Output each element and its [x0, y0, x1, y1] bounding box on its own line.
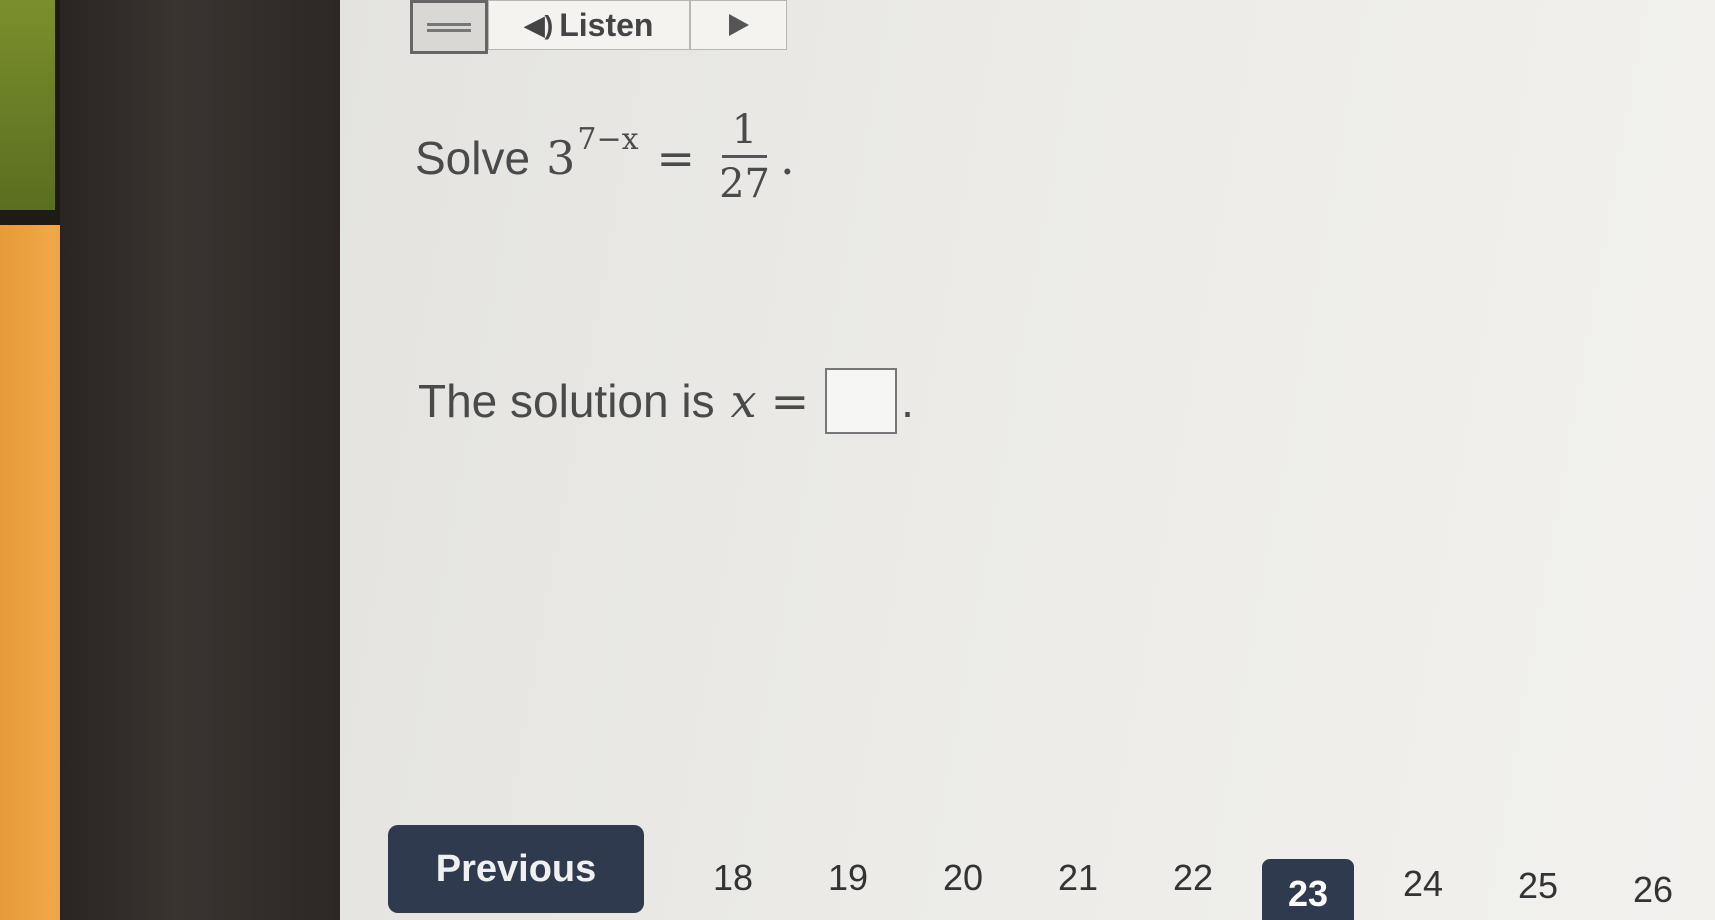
toolbar: ◀) Listen	[410, 0, 787, 56]
previous-button[interactable]: Previous	[388, 825, 644, 913]
menu-icon	[427, 20, 471, 35]
equation-fraction: 1 27	[719, 105, 770, 210]
page-number-19[interactable]: 19	[808, 857, 888, 899]
solution-variable: x	[730, 374, 757, 428]
page-number-20[interactable]: 20	[923, 857, 1003, 899]
page-number-25[interactable]: 25	[1498, 865, 1578, 907]
solution-equals: =	[770, 374, 810, 428]
background-green-object	[0, 0, 55, 210]
play-button[interactable]	[690, 0, 787, 50]
question-text: Solve 3 7−x = 1 27 .	[415, 105, 795, 210]
page-number-24[interactable]: 24	[1383, 863, 1463, 905]
page-number-18[interactable]: 18	[693, 857, 773, 899]
equation-exponent: 7−x	[577, 122, 639, 157]
equation-equals: =	[656, 130, 696, 185]
page-number-22[interactable]: 22	[1153, 857, 1233, 899]
listen-button[interactable]: ◀) Listen	[488, 0, 690, 50]
question-suffix: .	[779, 130, 795, 185]
solution-line: The solution is x = .	[418, 368, 914, 434]
question-pager: Previous 18 19 20 21 22 23 24 25 26	[388, 825, 1715, 920]
photo-scene: ◀) Listen Solve 3 7−x = 1 27 . The solut…	[0, 0, 1715, 920]
answer-input[interactable]	[825, 368, 898, 434]
menu-button[interactable]	[410, 0, 488, 54]
equation: 3 7−x = 1 27 .	[546, 105, 795, 210]
listen-label: Listen	[559, 6, 654, 43]
screen: ◀) Listen Solve 3 7−x = 1 27 . The solut…	[340, 0, 1715, 920]
fraction-denominator: 27	[719, 161, 770, 207]
page-number-21[interactable]: 21	[1038, 857, 1118, 899]
question-prefix: Solve	[415, 131, 531, 184]
solution-text: The solution is	[418, 375, 715, 427]
equation-base: 3	[546, 130, 576, 185]
play-icon	[728, 14, 749, 36]
page-number-23-current[interactable]: 23	[1262, 859, 1354, 920]
page-number-26[interactable]: 26	[1613, 869, 1693, 911]
speaker-icon: ◀)	[524, 9, 554, 40]
fraction-numerator: 1	[721, 105, 768, 158]
monitor-bezel	[60, 0, 350, 920]
solution-suffix: .	[901, 375, 914, 427]
